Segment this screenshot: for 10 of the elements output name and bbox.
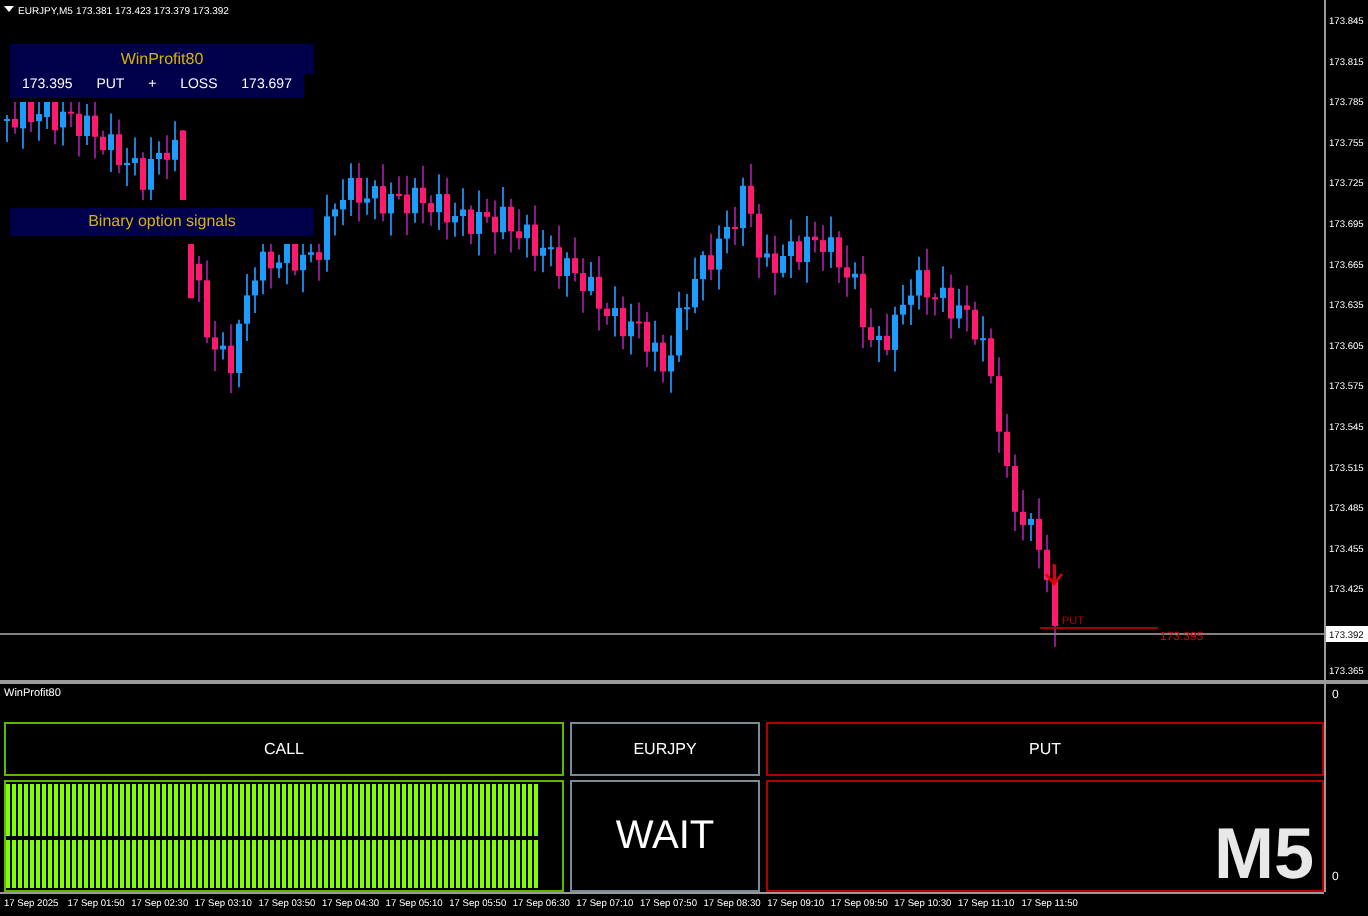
signal-level-line — [1039, 627, 1159, 629]
indicator-subtitle: Binary option signals — [10, 208, 314, 236]
timeframe-label: M5 — [1213, 818, 1314, 890]
indicator-title: WinProfit80 — [10, 44, 314, 74]
put-panel: PUT — [766, 722, 1324, 776]
down-arrow-icon — [1044, 562, 1064, 587]
status-panel: WAIT — [570, 780, 760, 892]
symbol-panel: EURJPY — [570, 722, 760, 776]
call-panel: CALL — [4, 722, 564, 776]
dropdown-icon[interactable] — [4, 6, 14, 12]
